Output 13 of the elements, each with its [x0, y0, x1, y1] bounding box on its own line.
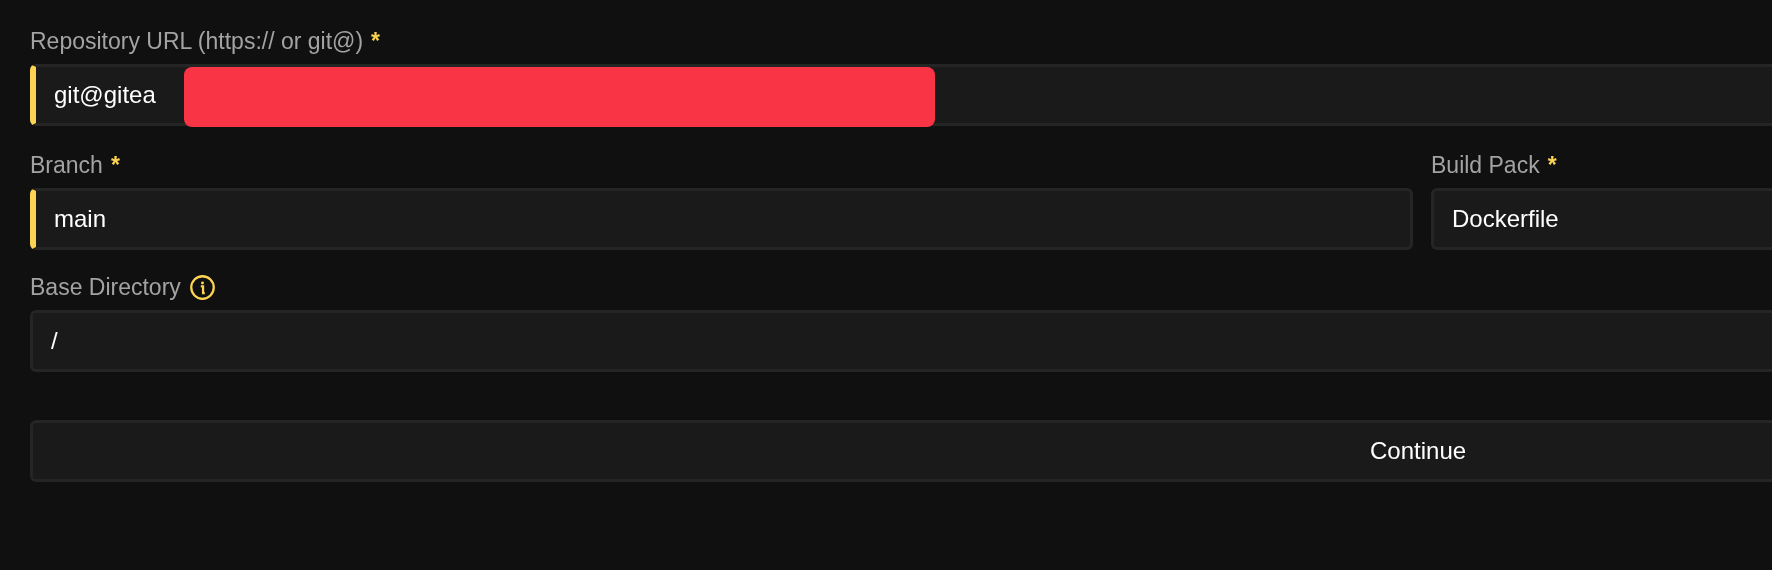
select-field[interactable]: Dockerfile [1431, 188, 1772, 250]
continue-button[interactable]: Continue [30, 420, 1772, 482]
input-field[interactable]: / [30, 310, 1772, 372]
field-label: Repository URL (https:// or git@) [30, 26, 364, 56]
field-label: Branch [30, 150, 103, 180]
field-label: Base Directory [30, 272, 181, 302]
required-mark: * [1547, 150, 1557, 180]
info-icon[interactable] [188, 273, 216, 301]
required-mark: * [371, 26, 381, 56]
input-field[interactable]: main [30, 188, 1413, 250]
field-label: Build Pack [1431, 150, 1540, 180]
input-field[interactable]: git@gitea [30, 64, 1772, 126]
required-mark: * [110, 150, 120, 180]
